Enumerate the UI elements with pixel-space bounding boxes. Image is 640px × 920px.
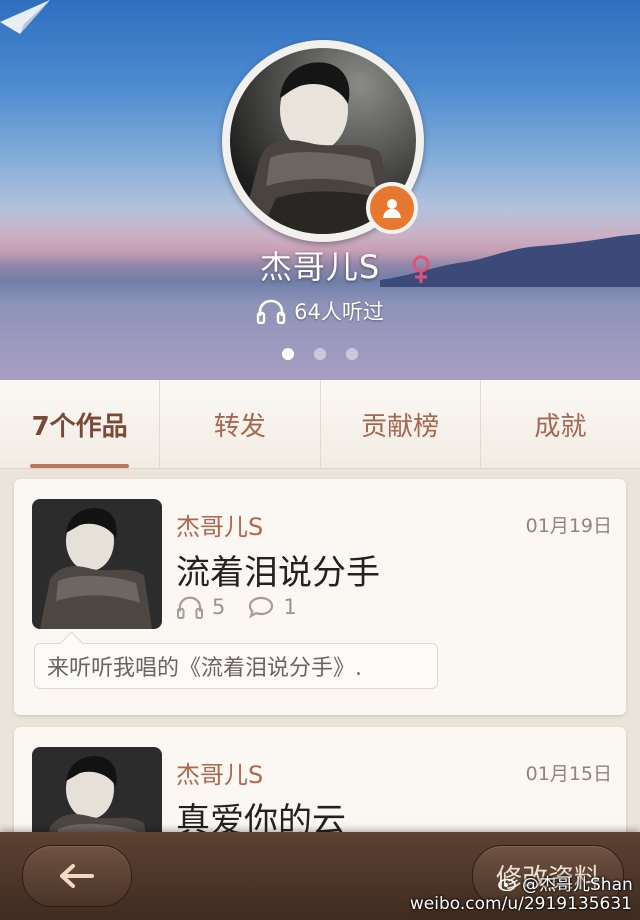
profile-name: 杰哥儿S [259,248,381,286]
page-indicator [0,348,640,360]
works-feed: 杰哥儿S 01月19日 流着泪说分手 5 1 来听听我唱的《流着泪说分手》. 杰… [0,469,640,839]
comment-count-value: 1 [283,595,297,619]
page-dot[interactable] [346,348,358,360]
list-item[interactable]: 杰哥儿S 01月15日 真爱你的云 [14,727,626,839]
profile-screen: 杰哥儿S 64人听过 7个作品 转发 贡献榜 成就 杰哥儿S 01月19日 流着… [0,0,640,920]
work-description: 来听听我唱的《流着泪说分手》. [34,643,438,689]
page-dot[interactable] [314,348,326,360]
weibo-logo-icon [498,878,516,891]
work-thumbnail[interactable] [32,499,162,629]
user-badge-icon [366,182,418,234]
female-gender-icon [412,255,430,283]
listen-count-label: 64人听过 [294,300,384,324]
tab-achievements[interactable]: 成就 [481,380,640,468]
tab-works[interactable]: 7个作品 [0,380,161,468]
watermark-handle-text: @杰哥儿Shan [522,875,633,895]
paper-plane-icon[interactable] [0,0,52,40]
work-date: 01月19日 [525,515,612,537]
work-title[interactable]: 流着泪说分手 [176,545,380,594]
listen-count-value: 5 [212,595,226,619]
headphones-icon [256,299,286,324]
comment-icon [249,596,274,619]
tab-contribution-rank[interactable]: 贡献榜 [321,380,481,468]
work-thumbnail[interactable] [32,747,162,839]
watermark-url: weibo.com/u/2919135631 [409,894,632,914]
list-item[interactable]: 杰哥儿S 01月19日 流着泪说分手 5 1 来听听我唱的《流着泪说分手》. [14,479,626,715]
back-arrow-icon [60,864,94,888]
work-author[interactable]: 杰哥儿S [176,507,263,542]
work-author[interactable]: 杰哥儿S [176,755,263,790]
listen-count: 64人听过 [0,296,640,326]
page-dot[interactable] [282,348,294,360]
watermark-handle: @杰哥儿Shan [498,870,633,895]
work-stats: 5 1 [176,595,297,619]
profile-tabs: 7个作品 转发 贡献榜 成就 [0,380,640,469]
work-date: 01月15日 [525,763,612,785]
back-button[interactable] [22,845,132,907]
headphones-icon [176,596,204,619]
profile-header: 杰哥儿S 64人听过 [0,0,640,380]
tab-reposts[interactable]: 转发 [160,380,321,468]
work-description-text: 来听听我唱的《流着泪说分手》. [47,656,362,681]
